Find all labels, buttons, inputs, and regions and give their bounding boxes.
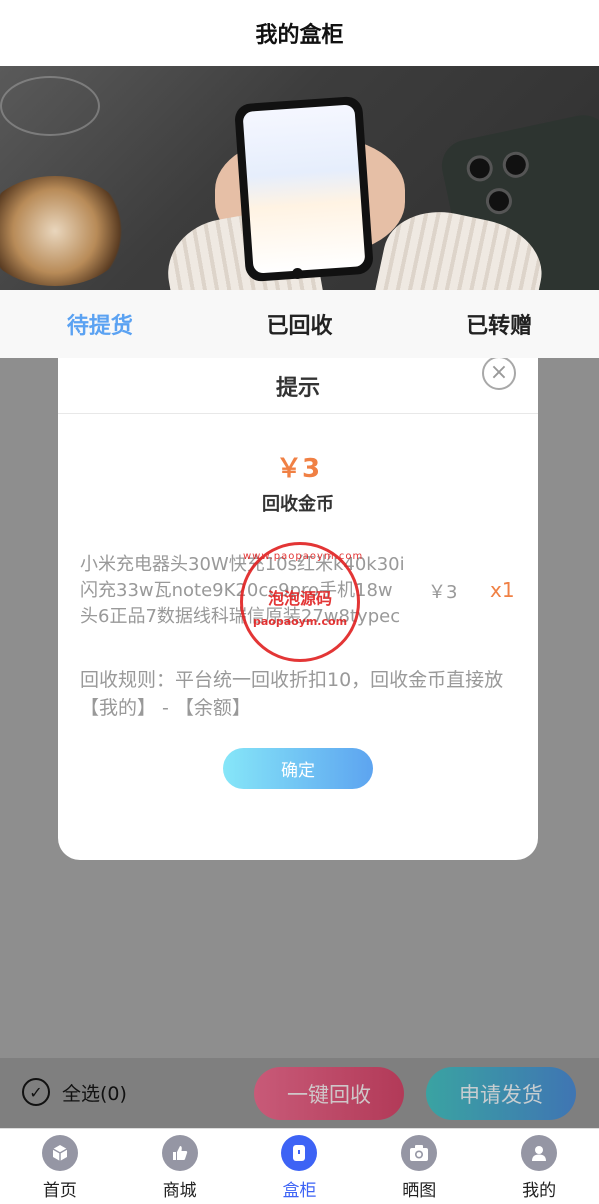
recycle-price: ￥3: [275, 454, 321, 484]
watermark-seal: www.paopaoym.com 泡泡源码 paopaoym.com: [240, 542, 364, 662]
tabbar-label: 商城: [162, 1181, 197, 1201]
watermark-bottom-text: paopaoym.com: [252, 614, 348, 628]
promo-banner[interactable]: [0, 66, 599, 290]
product-price: ￥3: [428, 582, 458, 603]
banner-candle: [0, 176, 130, 286]
bottom-action-bar: ✓ 全选(0) 一键回收 申请发货: [0, 1058, 599, 1128]
banner-decoration: [0, 76, 100, 136]
coin-label: 回收金币: [262, 494, 334, 515]
tabbar-item-share[interactable]: 晒图: [359, 1129, 479, 1204]
banner-phone-screen: [242, 104, 366, 274]
tabbar-item-home[interactable]: 首页: [0, 1129, 120, 1204]
tab-pending-pickup[interactable]: 待提货: [0, 290, 200, 358]
camera-lens: [483, 185, 515, 217]
page-title: 我的盒柜: [255, 23, 344, 48]
recycle-all-button[interactable]: 一键回收: [254, 1067, 404, 1120]
apply-ship-button[interactable]: 申请发货: [426, 1067, 576, 1120]
tab-gifted[interactable]: 已转赠: [399, 290, 599, 358]
select-all-toggle[interactable]: ✓ 全选(0): [22, 1078, 127, 1106]
select-all-label: 全选(0): [62, 1082, 127, 1105]
carousel-indicator[interactable]: [292, 268, 303, 279]
product-quantity: x1: [490, 578, 515, 602]
camera-lens: [500, 149, 532, 181]
watermark-center-text: 泡泡源码: [267, 588, 332, 608]
bottom-tab-bar: 首页 商城 盒柜 晒图 我的: [0, 1128, 599, 1204]
cabinet-icon: [281, 1135, 318, 1171]
tabbar-item-mall[interactable]: 商城: [120, 1129, 240, 1204]
camera-icon: [401, 1135, 438, 1171]
check-circle-icon[interactable]: ✓: [22, 1078, 50, 1106]
tabbar-label: 我的: [522, 1181, 557, 1201]
watermark-ring-text: www.paopaoym.com: [243, 551, 364, 562]
user-icon: [521, 1135, 558, 1171]
tabbar-label: 盒柜: [282, 1181, 317, 1201]
dialog-title: 提示: [275, 375, 320, 401]
close-icon[interactable]: ×: [482, 356, 516, 390]
box-icon: [41, 1135, 78, 1171]
camera-lens: [464, 152, 496, 184]
tab-recycled[interactable]: 已回收: [200, 290, 400, 358]
tabbar-item-cabinet[interactable]: 盒柜: [240, 1129, 360, 1204]
confirm-button[interactable]: 确定: [223, 748, 373, 789]
thumb-icon: [161, 1135, 198, 1171]
dialog-header: 提示 ×: [58, 356, 538, 414]
recycle-rule: 回收规则：平台统一回收折扣10，回收金币直接放【我的】 - 【余额】: [80, 669, 504, 719]
top-bar: 我的盒柜: [0, 0, 599, 66]
tabbar-label: 首页: [42, 1181, 77, 1201]
banner-phone: [233, 95, 375, 283]
tabbar-label: 晒图: [402, 1181, 437, 1201]
tabbar-item-mine[interactable]: 我的: [479, 1129, 599, 1204]
status-tabs: 待提货 已回收 已转赠: [0, 290, 599, 358]
